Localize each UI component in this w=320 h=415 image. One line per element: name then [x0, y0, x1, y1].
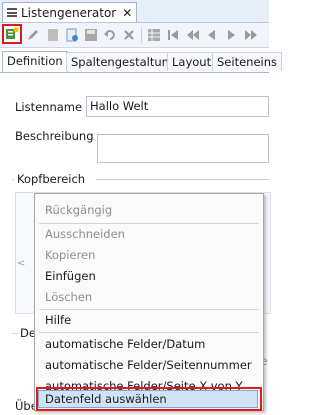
menu-item-kopieren[interactable]: Kopieren — [35, 245, 263, 265]
grid-icon — [148, 29, 160, 41]
menu-item-rueckgaengig[interactable]: Rückgängig — [35, 200, 263, 220]
context-menu: Rückgängig Ausschneiden Kopieren Einfüge… — [34, 193, 264, 411]
section-tabs: Definition Spaltengestaltung Layout Seit… — [0, 51, 282, 73]
previous-icon — [187, 30, 199, 40]
list-icon — [7, 8, 17, 17]
tab-spaltengestaltung[interactable]: Spaltengestaltung — [66, 52, 182, 71]
previous-button[interactable] — [184, 26, 202, 44]
tab-seiteneinstellungen[interactable]: Seiteneins — [212, 52, 282, 71]
save-icon — [85, 29, 97, 41]
menu-separator — [39, 332, 259, 333]
next-icon — [245, 30, 257, 40]
tab-definition[interactable]: Definition — [2, 51, 68, 72]
first-button[interactable] — [164, 26, 182, 44]
menu-item-auto-datum[interactable]: automatische Felder/Datum — [35, 334, 263, 354]
play-previous-button[interactable] — [203, 26, 221, 44]
beschreibung-input[interactable] — [97, 134, 269, 163]
document-tab[interactable]: Listengenerator ✕ — [2, 2, 138, 22]
listenname-input[interactable]: Hallo Welt — [86, 96, 269, 117]
undo-button[interactable] — [101, 26, 119, 44]
close-icon[interactable]: ✕ — [122, 6, 132, 20]
play-next-icon — [228, 30, 235, 40]
kopfbereich-label: Kopfbereich — [17, 172, 86, 186]
menu-item-auto-seitennummer[interactable]: automatische Felder/Seitennummer — [35, 355, 263, 375]
new-record-button[interactable] — [2, 24, 22, 44]
group-border-left — [12, 179, 14, 180]
listenname-label: Listenname — [15, 100, 83, 114]
new-doc-button[interactable] — [63, 26, 81, 44]
group-border-top — [96, 179, 269, 180]
delete-button[interactable] — [120, 26, 138, 44]
toolbar — [0, 23, 269, 48]
menu-item-ausschneiden[interactable]: Ausschneiden — [35, 224, 263, 244]
next-button[interactable] — [242, 26, 260, 44]
toolbar-separator — [141, 27, 142, 43]
copy-button[interactable] — [44, 26, 62, 44]
tab-layout[interactable]: Layout — [167, 52, 217, 71]
play-next-button[interactable] — [222, 26, 240, 44]
grid-button[interactable] — [145, 26, 163, 44]
menu-item-hilfe[interactable]: Hilfe — [35, 310, 263, 330]
save-button[interactable] — [82, 26, 100, 44]
edit-button[interactable] — [24, 26, 42, 44]
document-tab-title: Listengenerator — [21, 5, 117, 20]
new-doc-icon — [66, 28, 78, 42]
beschreibung-label: Beschreibung — [15, 129, 94, 143]
group-border-left-2 — [12, 333, 18, 334]
first-icon — [168, 30, 178, 40]
edit-icon — [28, 30, 38, 40]
play-previous-icon — [208, 30, 215, 40]
undo-icon — [104, 30, 115, 40]
menu-item-loeschen[interactable]: Löschen — [35, 287, 263, 307]
new-record-icon — [6, 27, 19, 39]
delete-icon — [124, 30, 134, 40]
copy-icon — [48, 29, 58, 41]
scroll-left-icon[interactable]: < — [17, 258, 25, 269]
highlight-frame — [36, 387, 262, 411]
menu-item-einfuegen[interactable]: Einfügen — [35, 266, 263, 286]
